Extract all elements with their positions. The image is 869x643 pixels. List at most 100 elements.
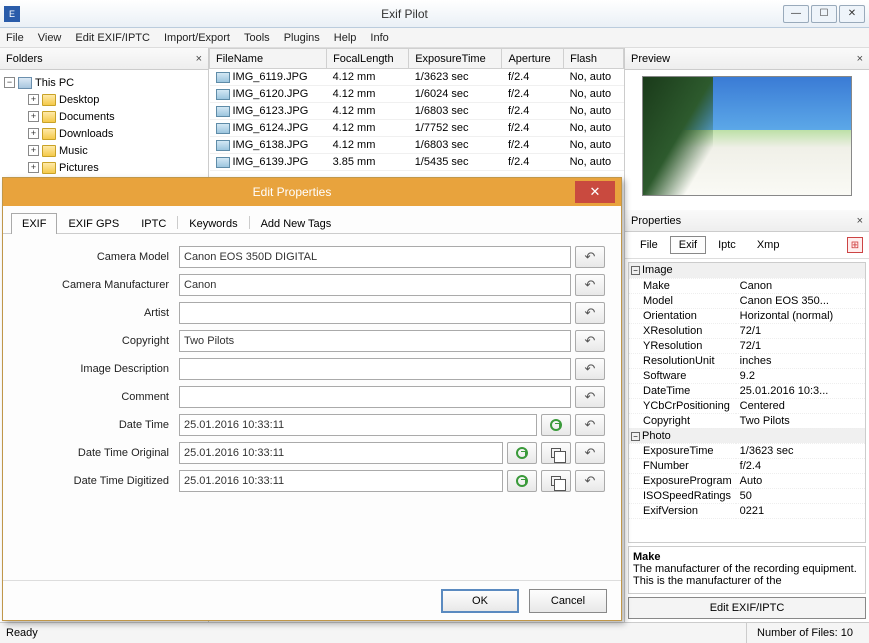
date-picker-button[interactable] xyxy=(507,442,537,464)
properties-list[interactable]: −ImageMakeCanonModelCanon EOS 350...Orie… xyxy=(628,262,866,543)
menu-info[interactable]: Info xyxy=(370,32,388,44)
table-row[interactable]: IMG_6119.JPG4.12 mm1/3623 secf/2.4No, au… xyxy=(210,69,624,86)
property-row[interactable]: MakeCanon xyxy=(629,278,865,293)
menu-import-export[interactable]: Import/Export xyxy=(164,32,230,44)
undo-button[interactable]: ↶ xyxy=(575,246,605,268)
expand-icon[interactable]: + xyxy=(28,111,39,122)
tree-item[interactable]: +Desktop xyxy=(2,91,206,108)
column-header[interactable]: Aperture xyxy=(502,49,564,69)
copy-button[interactable] xyxy=(541,470,571,492)
expand-icon[interactable]: + xyxy=(28,94,39,105)
tab-exif[interactable]: Exif xyxy=(670,236,706,254)
property-group[interactable]: −Photo xyxy=(629,428,865,443)
dlg-tab-iptc[interactable]: IPTC xyxy=(130,213,177,234)
undo-button[interactable]: ↶ xyxy=(575,330,605,352)
property-row[interactable]: DateTime25.01.2016 10:3... xyxy=(629,383,865,398)
folders-close-icon[interactable]: × xyxy=(196,53,202,65)
date-picker-button[interactable] xyxy=(507,470,537,492)
undo-button[interactable]: ↶ xyxy=(575,414,605,436)
edit-exif-button[interactable]: Edit EXIF/IPTC xyxy=(628,597,866,619)
column-header[interactable]: FocalLength xyxy=(327,49,409,69)
property-row[interactable]: YCbCrPositioningCentered xyxy=(629,398,865,413)
column-header[interactable]: FileName xyxy=(210,49,327,69)
ok-button[interactable]: OK xyxy=(441,589,519,613)
menubar: File View Edit EXIF/IPTC Import/Export T… xyxy=(0,28,869,48)
undo-button[interactable]: ↶ xyxy=(575,470,605,492)
dialog-titlebar[interactable]: Edit Properties ✕ xyxy=(3,178,621,206)
copy-button[interactable] xyxy=(541,442,571,464)
expand-icon[interactable]: + xyxy=(28,145,39,156)
date-picker-button[interactable] xyxy=(541,414,571,436)
titlebar: E Exif Pilot — ☐ ✕ xyxy=(0,0,869,28)
field-input[interactable]: Canon EOS 350D DIGITAL xyxy=(179,246,571,268)
form-row: Artist↶ xyxy=(19,302,605,324)
dlg-tab-add-new[interactable]: Add New Tags xyxy=(250,213,343,234)
tab-file[interactable]: File xyxy=(631,236,667,254)
property-row[interactable]: Software9.2 xyxy=(629,368,865,383)
expand-icon[interactable]: + xyxy=(28,128,39,139)
field-input[interactable] xyxy=(179,386,571,408)
table-row[interactable]: IMG_6123.JPG4.12 mm1/6803 secf/2.4No, au… xyxy=(210,103,624,120)
field-input[interactable] xyxy=(179,302,571,324)
menu-plugins[interactable]: Plugins xyxy=(284,32,320,44)
maximize-button[interactable]: ☐ xyxy=(811,5,837,23)
column-header[interactable]: ExposureTime xyxy=(409,49,502,69)
property-row[interactable]: FNumberf/2.4 xyxy=(629,458,865,473)
tree-item[interactable]: +Downloads xyxy=(2,125,206,142)
properties-close-icon[interactable]: × xyxy=(857,215,863,227)
expand-icon[interactable]: + xyxy=(28,162,39,173)
field-input[interactable]: 25.01.2016 10:33:11 xyxy=(179,470,503,492)
property-row[interactable]: YResolution72/1 xyxy=(629,338,865,353)
field-input[interactable]: Canon xyxy=(179,274,571,296)
table-row[interactable]: IMG_6139.JPG3.85 mm1/5435 secf/2.4No, au… xyxy=(210,154,624,171)
table-row[interactable]: IMG_6138.JPG4.12 mm1/6803 secf/2.4No, au… xyxy=(210,137,624,154)
table-row[interactable]: IMG_6124.JPG4.12 mm1/7752 secf/2.4No, au… xyxy=(210,120,624,137)
tree-item[interactable]: +Pictures xyxy=(2,159,206,176)
dlg-tab-keywords[interactable]: Keywords xyxy=(178,213,248,234)
tab-iptc[interactable]: Iptc xyxy=(709,236,745,254)
menu-view[interactable]: View xyxy=(38,32,62,44)
close-button[interactable]: ✕ xyxy=(839,5,865,23)
undo-button[interactable]: ↶ xyxy=(575,358,605,380)
collapse-icon[interactable]: − xyxy=(4,77,15,88)
property-key: ExposureTime xyxy=(629,443,736,458)
menu-help[interactable]: Help xyxy=(334,32,357,44)
tab-xmp[interactable]: Xmp xyxy=(748,236,789,254)
property-row[interactable]: ExifVersion0221 xyxy=(629,503,865,518)
table-row[interactable]: IMG_6120.JPG4.12 mm1/6024 secf/2.4No, au… xyxy=(210,86,624,103)
dlg-tab-exif[interactable]: EXIF xyxy=(11,213,57,234)
undo-button[interactable]: ↶ xyxy=(575,442,605,464)
tree-item[interactable]: +Music xyxy=(2,142,206,159)
tree-root[interactable]: − This PC xyxy=(2,74,206,91)
field-input[interactable] xyxy=(179,358,571,380)
collapse-icon[interactable]: − xyxy=(631,432,640,441)
column-header[interactable]: Flash xyxy=(564,49,624,69)
collapse-icon[interactable]: − xyxy=(631,266,640,275)
tree-item[interactable]: +Documents xyxy=(2,108,206,125)
undo-button[interactable]: ↶ xyxy=(575,386,605,408)
undo-button[interactable]: ↶ xyxy=(575,274,605,296)
field-input[interactable]: Two Pilots xyxy=(179,330,571,352)
property-row[interactable]: OrientationHorizontal (normal) xyxy=(629,308,865,323)
menu-tools[interactable]: Tools xyxy=(244,32,270,44)
property-group[interactable]: −Image xyxy=(629,263,865,278)
menu-file[interactable]: File xyxy=(6,32,24,44)
property-row[interactable]: ExposureProgramAuto xyxy=(629,473,865,488)
dialog-close-button[interactable]: ✕ xyxy=(575,181,615,203)
undo-icon: ↶ xyxy=(585,333,596,349)
property-row[interactable]: ModelCanon EOS 350... xyxy=(629,293,865,308)
menu-edit-exif[interactable]: Edit EXIF/IPTC xyxy=(75,32,150,44)
cancel-button[interactable]: Cancel xyxy=(529,589,607,613)
property-row[interactable]: CopyrightTwo Pilots xyxy=(629,413,865,428)
undo-button[interactable]: ↶ xyxy=(575,302,605,324)
property-row[interactable]: XResolution72/1 xyxy=(629,323,865,338)
property-row[interactable]: ResolutionUnitinches xyxy=(629,353,865,368)
preview-close-icon[interactable]: × xyxy=(857,53,863,65)
field-input[interactable]: 25.01.2016 10:33:11 xyxy=(179,442,503,464)
properties-action-icon[interactable]: ⊞ xyxy=(847,237,863,253)
minimize-button[interactable]: — xyxy=(783,5,809,23)
field-input[interactable]: 25.01.2016 10:33:11 xyxy=(179,414,537,436)
property-row[interactable]: ISOSpeedRatings50 xyxy=(629,488,865,503)
property-row[interactable]: ExposureTime1/3623 sec xyxy=(629,443,865,458)
dlg-tab-exif-gps[interactable]: EXIF GPS xyxy=(57,213,130,234)
